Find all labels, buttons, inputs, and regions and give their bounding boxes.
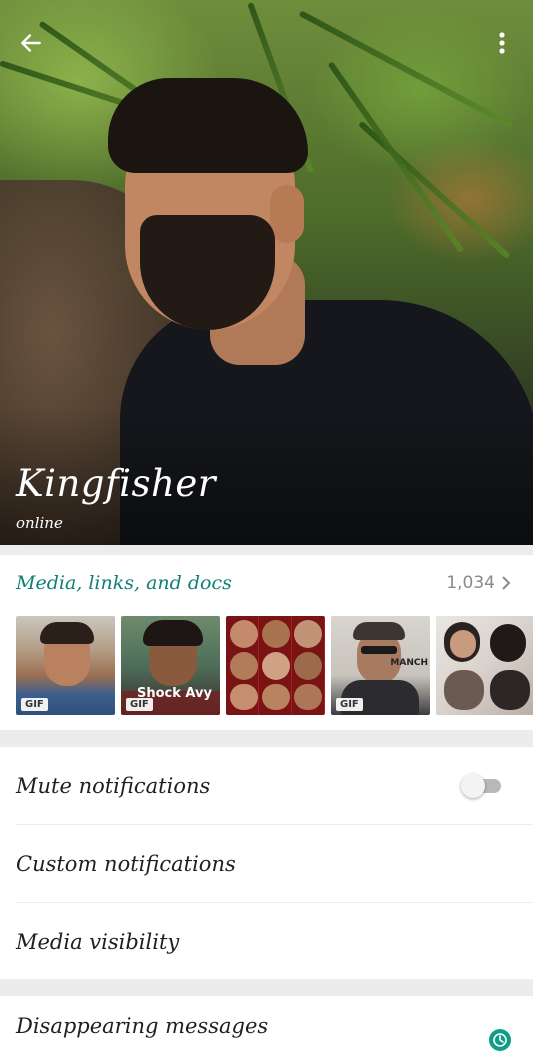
media-thumbnail[interactable]: Shock Avy GIF	[121, 616, 220, 715]
gif-badge: GIF	[336, 698, 363, 711]
media-visibility-row[interactable]: Media visibility	[16, 903, 533, 980]
timer-icon	[489, 1029, 511, 1051]
back-button[interactable]	[16, 28, 46, 58]
gif-badge: GIF	[21, 698, 48, 711]
contact-name: Kingfisher	[16, 462, 216, 505]
disappearing-messages-row[interactable]: Disappearing messages	[16, 996, 533, 1052]
custom-notifications-label: Custom notifications	[16, 851, 236, 876]
media-thumbnail[interactable]	[226, 616, 325, 715]
media-thumbnail[interactable]	[436, 616, 533, 715]
notification-settings: Mute notifications Custom notifications …	[0, 747, 533, 979]
disappearing-section: Disappearing messages	[0, 996, 533, 1052]
custom-notifications-row[interactable]: Custom notifications	[16, 825, 533, 903]
mute-toggle[interactable]	[461, 774, 501, 798]
media-title[interactable]: Media, links, and docs	[16, 572, 232, 594]
arrow-left-icon	[21, 34, 41, 52]
media-thumbnail[interactable]: GIF	[16, 616, 115, 715]
chevron-right-icon	[502, 576, 511, 590]
mute-notifications-label: Mute notifications	[16, 773, 211, 798]
disappearing-messages-label: Disappearing messages	[16, 1014, 269, 1038]
media-visibility-label: Media visibility	[16, 929, 180, 954]
media-section: Media, links, and docs 1,034 GIF Shock A…	[0, 555, 533, 730]
thumbnail-caption: MANCH	[390, 658, 428, 668]
contact-status: online	[16, 514, 63, 532]
media-count: 1,034	[446, 573, 495, 593]
mute-notifications-row[interactable]: Mute notifications	[16, 747, 533, 825]
media-count-link[interactable]: 1,034	[446, 573, 511, 593]
media-thumbnails: GIF Shock Avy GIF MANCH GIF	[16, 616, 533, 715]
more-vertical-icon	[499, 32, 505, 54]
media-thumbnail[interactable]: MANCH GIF	[331, 616, 430, 715]
menu-button[interactable]	[487, 28, 517, 58]
gif-badge: GIF	[126, 698, 153, 711]
